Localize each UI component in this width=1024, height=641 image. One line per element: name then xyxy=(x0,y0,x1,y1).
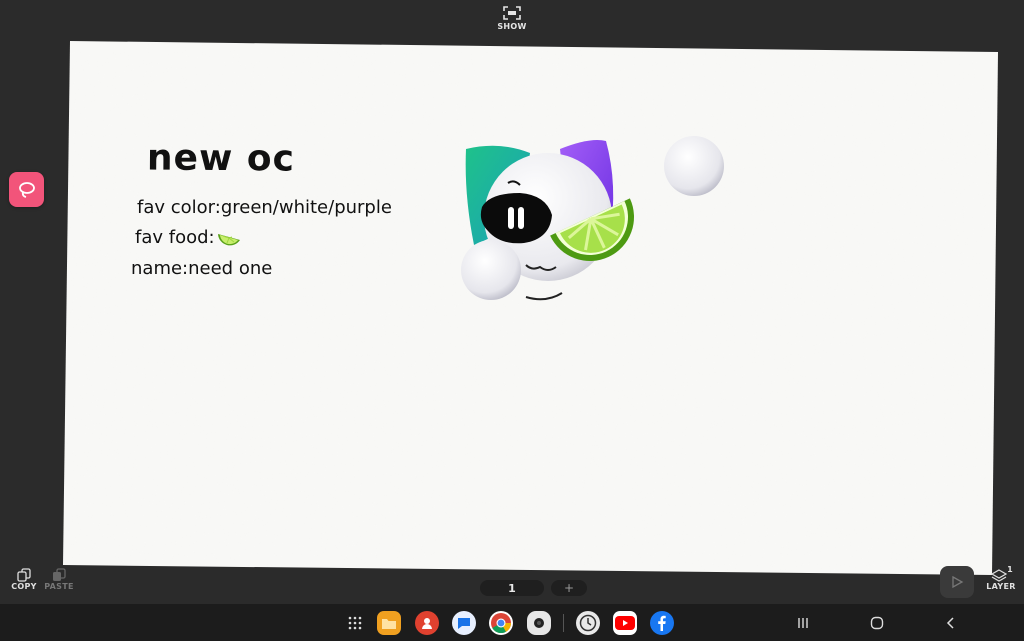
lasso-icon xyxy=(18,181,35,198)
youtube-app[interactable] xyxy=(613,611,637,635)
youtube-icon xyxy=(615,616,635,630)
chrome-icon xyxy=(491,613,512,634)
name-text: name:need one xyxy=(131,258,273,279)
contacts-icon xyxy=(422,618,432,629)
layer-label: LAYER xyxy=(986,582,1016,591)
contacts-app[interactable] xyxy=(415,611,439,635)
facebook-icon xyxy=(658,615,666,631)
copy-icon xyxy=(17,568,31,582)
layer-icon-wrap: 1 xyxy=(990,565,1013,582)
add-page-button[interactable]: + xyxy=(551,580,587,596)
my-files-icon xyxy=(382,619,396,629)
play-icon xyxy=(952,575,964,589)
clock-app[interactable] xyxy=(576,611,600,635)
layer-count: 1 xyxy=(1007,565,1013,574)
paste-icon xyxy=(53,568,66,581)
layers-icon xyxy=(990,569,1008,582)
my-files-app[interactable] xyxy=(377,611,401,635)
recents-icon xyxy=(798,618,808,628)
back-icon xyxy=(946,617,954,629)
fav-food-line: fav food: xyxy=(135,227,242,248)
taskbar-divider xyxy=(563,614,564,632)
drawing-canvas[interactable] xyxy=(0,0,1024,641)
layer-button[interactable]: 1 LAYER xyxy=(984,565,1018,591)
oc-character-drawing[interactable] xyxy=(460,135,730,305)
recents-button[interactable] xyxy=(793,613,813,633)
camera-icon xyxy=(534,618,544,628)
lasso-tool-button[interactable] xyxy=(9,172,44,207)
camera-app[interactable] xyxy=(527,611,551,635)
app-drawer-button[interactable] xyxy=(343,611,367,635)
copy-label: COPY xyxy=(11,582,37,591)
play-button[interactable] xyxy=(940,566,974,598)
fav-color-text: fav color:green/white/purple xyxy=(137,197,392,218)
paste-label: PASTE xyxy=(44,582,74,591)
messages-app[interactable] xyxy=(452,611,476,635)
messages-icon xyxy=(458,618,470,629)
lime-emoji-icon xyxy=(217,234,240,246)
home-icon xyxy=(870,616,884,630)
home-button[interactable] xyxy=(867,613,887,633)
canvas-title: new oc xyxy=(146,137,296,180)
paste-button[interactable]: PASTE xyxy=(42,568,76,591)
copy-button[interactable]: COPY xyxy=(8,568,40,591)
back-button[interactable] xyxy=(941,613,961,633)
facebook-app[interactable] xyxy=(650,611,674,635)
page-indicator[interactable]: 1 xyxy=(480,580,544,596)
fav-food-text: fav food: xyxy=(135,227,215,248)
app-drawer-icon xyxy=(348,616,362,630)
clock-icon xyxy=(579,614,597,632)
chrome-app[interactable] xyxy=(489,611,513,635)
